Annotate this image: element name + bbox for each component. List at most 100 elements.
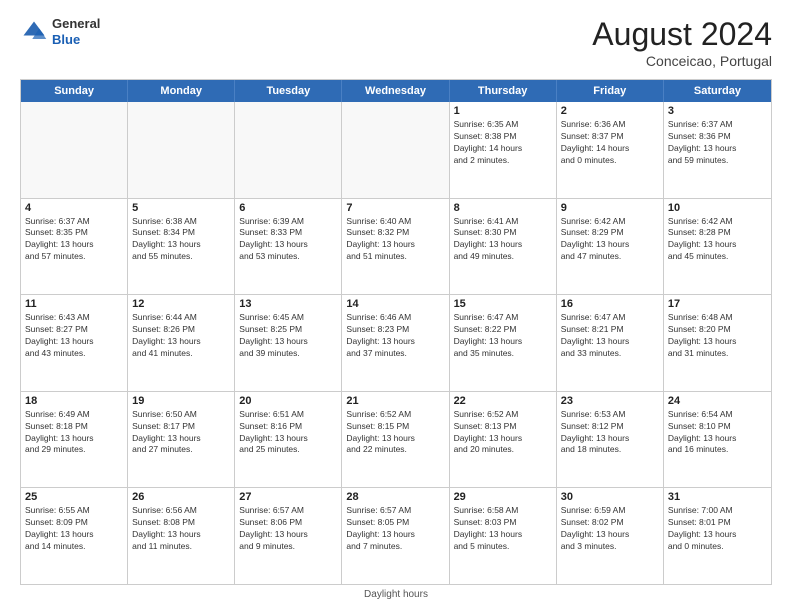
calendar-cell: 10 Sunrise: 6:42 AM Sunset: 8:28 PM Dayli… (664, 199, 771, 295)
day-number: 26 (132, 491, 230, 503)
day-number: 10 (668, 202, 767, 214)
day-number: 16 (561, 298, 659, 310)
calendar-cell: 2 Sunrise: 6:36 AM Sunset: 8:37 PM Daylig… (557, 102, 664, 198)
day-info: Sunrise: 6:42 AM Sunset: 8:28 PM Dayligh… (668, 216, 767, 264)
day-info: Sunrise: 6:50 AM Sunset: 8:17 PM Dayligh… (132, 409, 230, 457)
header: General Blue August 2024 Conceicao, Port… (20, 16, 772, 69)
day-info: Sunrise: 6:38 AM Sunset: 8:34 PM Dayligh… (132, 216, 230, 264)
day-info: Sunrise: 6:37 AM Sunset: 8:35 PM Dayligh… (25, 216, 123, 264)
calendar-cell: 31 Sunrise: 7:00 AM Sunset: 8:01 PM Dayli… (664, 488, 771, 584)
calendar-day-header: Wednesday (342, 80, 449, 102)
calendar-cell: 6 Sunrise: 6:39 AM Sunset: 8:33 PM Daylig… (235, 199, 342, 295)
day-number: 12 (132, 298, 230, 310)
logo-icon (20, 18, 48, 46)
calendar-cell (342, 102, 449, 198)
day-info: Sunrise: 6:36 AM Sunset: 8:37 PM Dayligh… (561, 119, 659, 167)
calendar-cell: 16 Sunrise: 6:47 AM Sunset: 8:21 PM Dayli… (557, 295, 664, 391)
calendar-week-row: 4 Sunrise: 6:37 AM Sunset: 8:35 PM Daylig… (21, 199, 771, 296)
calendar-cell (128, 102, 235, 198)
calendar-cell: 15Sunrise: 6:47 AM Sunset: 8:22 PM Dayli… (450, 295, 557, 391)
calendar-cell: 12 Sunrise: 6:44 AM Sunset: 8:26 PM Dayli… (128, 295, 235, 391)
day-info: Sunrise: 6:44 AM Sunset: 8:26 PM Dayligh… (132, 312, 230, 360)
day-info: Sunrise: 7:00 AM Sunset: 8:01 PM Dayligh… (668, 505, 767, 553)
day-number: 31 (668, 491, 767, 503)
calendar-cell: 5 Sunrise: 6:38 AM Sunset: 8:34 PM Daylig… (128, 199, 235, 295)
day-info: Sunrise: 6:59 AM Sunset: 8:02 PM Dayligh… (561, 505, 659, 553)
day-number: 1 (454, 105, 552, 117)
logo-text: General Blue (52, 16, 100, 47)
day-number: 27 (239, 491, 337, 503)
day-number: 2 (561, 105, 659, 117)
calendar-cell: 3Sunrise: 6:37 AM Sunset: 8:36 PM Daylig… (664, 102, 771, 198)
day-info: Sunrise: 6:57 AM Sunset: 8:06 PM Dayligh… (239, 505, 337, 553)
calendar-cell (235, 102, 342, 198)
calendar-week-row: 1Sunrise: 6:35 AM Sunset: 8:38 PM Daylig… (21, 102, 771, 199)
footer-note: Daylight hours (20, 589, 772, 600)
calendar-day-header: Sunday (21, 80, 128, 102)
day-info: Sunrise: 6:57 AM Sunset: 8:05 PM Dayligh… (346, 505, 444, 553)
day-info: Sunrise: 6:55 AM Sunset: 8:09 PM Dayligh… (25, 505, 123, 553)
daylight-hours-label: Daylight hours (364, 589, 428, 600)
calendar-cell: 17Sunrise: 6:48 AM Sunset: 8:20 PM Dayli… (664, 295, 771, 391)
calendar-cell: 19 Sunrise: 6:50 AM Sunset: 8:17 PM Dayli… (128, 392, 235, 488)
day-number: 19 (132, 395, 230, 407)
day-info: Sunrise: 6:58 AM Sunset: 8:03 PM Dayligh… (454, 505, 552, 553)
calendar-cell (21, 102, 128, 198)
day-info: Sunrise: 6:56 AM Sunset: 8:08 PM Dayligh… (132, 505, 230, 553)
calendar-cell: 24Sunrise: 6:54 AM Sunset: 8:10 PM Dayli… (664, 392, 771, 488)
calendar-cell: 7 Sunrise: 6:40 AM Sunset: 8:32 PM Daylig… (342, 199, 449, 295)
day-number: 30 (561, 491, 659, 503)
day-info: Sunrise: 6:52 AM Sunset: 8:13 PM Dayligh… (454, 409, 552, 457)
calendar-day-header: Thursday (450, 80, 557, 102)
day-info: Sunrise: 6:37 AM Sunset: 8:36 PM Dayligh… (668, 119, 767, 167)
calendar-day-header: Tuesday (235, 80, 342, 102)
day-number: 14 (346, 298, 444, 310)
page: General Blue August 2024 Conceicao, Port… (0, 0, 792, 612)
calendar-header: SundayMondayTuesdayWednesdayThursdayFrid… (21, 80, 771, 102)
day-info: Sunrise: 6:39 AM Sunset: 8:33 PM Dayligh… (239, 216, 337, 264)
calendar-cell: 9 Sunrise: 6:42 AM Sunset: 8:29 PM Daylig… (557, 199, 664, 295)
calendar-cell: 26 Sunrise: 6:56 AM Sunset: 8:08 PM Dayli… (128, 488, 235, 584)
day-number: 29 (454, 491, 552, 503)
day-info: Sunrise: 6:42 AM Sunset: 8:29 PM Dayligh… (561, 216, 659, 264)
day-info: Sunrise: 6:49 AM Sunset: 8:18 PM Dayligh… (25, 409, 123, 457)
day-number: 28 (346, 491, 444, 503)
day-number: 5 (132, 202, 230, 214)
day-number: 17 (668, 298, 767, 310)
day-info: Sunrise: 6:40 AM Sunset: 8:32 PM Dayligh… (346, 216, 444, 264)
calendar-cell: 1Sunrise: 6:35 AM Sunset: 8:38 PM Daylig… (450, 102, 557, 198)
calendar-cell: 30 Sunrise: 6:59 AM Sunset: 8:02 PM Dayli… (557, 488, 664, 584)
day-number: 18 (25, 395, 123, 407)
calendar-day-header: Monday (128, 80, 235, 102)
day-number: 25 (25, 491, 123, 503)
calendar-cell: 29 Sunrise: 6:58 AM Sunset: 8:03 PM Dayli… (450, 488, 557, 584)
day-info: Sunrise: 6:45 AM Sunset: 8:25 PM Dayligh… (239, 312, 337, 360)
day-number: 4 (25, 202, 123, 214)
calendar-cell: 27 Sunrise: 6:57 AM Sunset: 8:06 PM Dayli… (235, 488, 342, 584)
day-info: Sunrise: 6:41 AM Sunset: 8:30 PM Dayligh… (454, 216, 552, 264)
month-year: August 2024 (592, 16, 772, 53)
calendar-week-row: 11Sunrise: 6:43 AM Sunset: 8:27 PM Dayli… (21, 295, 771, 392)
day-info: Sunrise: 6:47 AM Sunset: 8:22 PM Dayligh… (454, 312, 552, 360)
calendar-week-row: 25 Sunrise: 6:55 AM Sunset: 8:09 PM Dayli… (21, 488, 771, 584)
day-number: 13 (239, 298, 337, 310)
day-number: 21 (346, 395, 444, 407)
day-number: 7 (346, 202, 444, 214)
day-number: 9 (561, 202, 659, 214)
day-info: Sunrise: 6:46 AM Sunset: 8:23 PM Dayligh… (346, 312, 444, 360)
calendar-day-header: Friday (557, 80, 664, 102)
day-info: Sunrise: 6:47 AM Sunset: 8:21 PM Dayligh… (561, 312, 659, 360)
calendar: SundayMondayTuesdayWednesdayThursdayFrid… (20, 79, 772, 585)
day-number: 11 (25, 298, 123, 310)
day-number: 8 (454, 202, 552, 214)
day-info: Sunrise: 6:53 AM Sunset: 8:12 PM Dayligh… (561, 409, 659, 457)
day-info: Sunrise: 6:51 AM Sunset: 8:16 PM Dayligh… (239, 409, 337, 457)
day-number: 6 (239, 202, 337, 214)
calendar-cell: 22 Sunrise: 6:52 AM Sunset: 8:13 PM Dayli… (450, 392, 557, 488)
calendar-cell: 25 Sunrise: 6:55 AM Sunset: 8:09 PM Dayli… (21, 488, 128, 584)
day-number: 22 (454, 395, 552, 407)
calendar-body: 1Sunrise: 6:35 AM Sunset: 8:38 PM Daylig… (21, 102, 771, 584)
calendar-cell: 4 Sunrise: 6:37 AM Sunset: 8:35 PM Daylig… (21, 199, 128, 295)
calendar-cell: 20Sunrise: 6:51 AM Sunset: 8:16 PM Dayli… (235, 392, 342, 488)
location: Conceicao, Portugal (592, 53, 772, 69)
